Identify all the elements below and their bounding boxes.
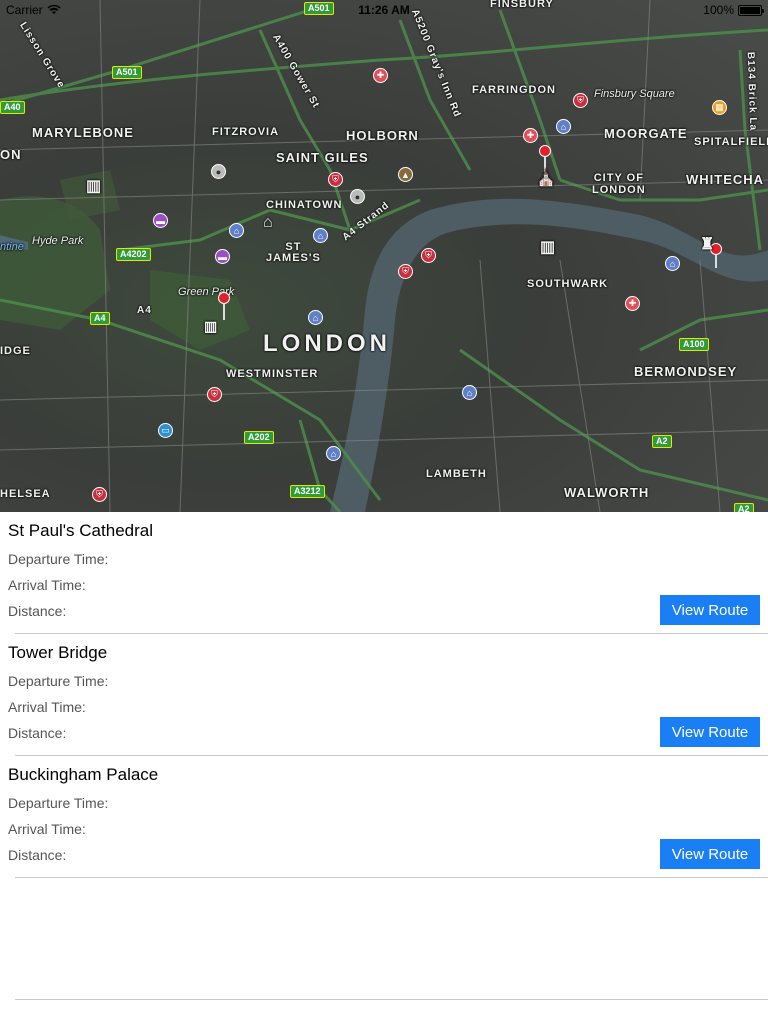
area-label-moorgate: MOORGATE (604, 126, 688, 141)
school-icon[interactable]: ▲ (398, 167, 413, 182)
destination-cell[interactable]: Tower Bridge Departure Time: Arrival Tim… (8, 634, 768, 756)
shield-icon[interactable]: ⛨ (207, 387, 222, 402)
hotel-icon[interactable]: ▬ (153, 213, 168, 228)
museum-icon[interactable]: ⌂ (665, 256, 680, 271)
area-label-fitzrovia: FITZROVIA (212, 126, 280, 138)
destination-cell[interactable]: St Paul's Cathedral Departure Time: Arri… (8, 512, 768, 634)
area-label-farringdon: FARRINGDON (472, 84, 556, 96)
area-label-spitalfields: SPITALFIELDS (694, 136, 768, 148)
destination-name: Tower Bridge (8, 643, 108, 662)
road-badge-a2-bottom: A2 (734, 503, 754, 512)
road-badge-a2: A2 (652, 435, 672, 448)
road-badge-a40: A40 (0, 101, 25, 114)
area-label-saint-giles: SAINT GILES (276, 150, 369, 165)
area-label-city-of-london: CITY OF LONDON (592, 172, 646, 196)
destination-pin-st-pauls[interactable] (539, 145, 551, 157)
museum-icon[interactable]: ⌂ (462, 385, 477, 400)
arrival-time-label: Arrival Time: (8, 577, 86, 593)
view-route-button[interactable]: View Route (660, 717, 760, 747)
departure-time-label: Departure Time: (8, 551, 109, 567)
street-label-a4: A4 (137, 305, 152, 316)
shield-icon[interactable]: ⛨ (421, 248, 436, 263)
departure-time-label: Departure Time: (8, 673, 109, 689)
area-label-st-james: ST JAMES'S (266, 241, 321, 264)
museum-icon[interactable]: ⌂ (313, 228, 328, 243)
shield-icon[interactable]: ⛨ (92, 487, 107, 502)
area-label-marylebone: MARYLEBONE (32, 125, 134, 140)
distance-label: Distance: (8, 725, 67, 741)
map-view[interactable]: MARYLEBONE FITZROVIA HOLBORN SAINT GILES… (0, 0, 768, 512)
area-label-holborn: HOLBORN (346, 128, 419, 143)
pin-stem (223, 302, 225, 320)
apple-store-icon[interactable]: ● (211, 164, 226, 179)
destination-name: St Paul's Cathedral (8, 521, 153, 540)
area-label-on: ON (0, 147, 22, 162)
destination-pin-buckingham-palace[interactable] (218, 292, 230, 304)
distance-label: Distance: (8, 603, 67, 619)
area-label-bridge: IDGE (0, 345, 31, 357)
battery-percent: 100% (703, 3, 734, 17)
road-badge-a4: A4 (90, 312, 110, 325)
arrival-time-label: Arrival Time: (8, 699, 86, 715)
distance-label: Distance: (8, 847, 67, 863)
shopping-icon[interactable]: ▦ (712, 100, 727, 115)
view-route-button[interactable]: View Route (660, 839, 760, 869)
bus-icon[interactable]: ▭ (158, 423, 173, 438)
shield-icon[interactable]: ⛨ (573, 93, 588, 108)
area-label-walworth: WALWORTH (564, 485, 650, 500)
hospital-icon[interactable]: ✚ (523, 128, 538, 143)
area-label-chinatown: CHINATOWN (266, 199, 343, 211)
status-bar: Carrier 11:26 AM 100% (0, 0, 768, 20)
water-label-serpentine: ntine (0, 241, 24, 253)
road-badge-a202: A202 (244, 431, 274, 444)
museum-icon[interactable]: ⌂ (229, 223, 244, 238)
area-label-lambeth: LAMBETH (426, 468, 487, 480)
hospital-icon[interactable]: ✚ (625, 296, 640, 311)
stadium-icon: ▥ (540, 239, 557, 256)
departure-time-label: Departure Time: (8, 795, 109, 811)
destination-cell[interactable]: Buckingham Palace Departure Time: Arriva… (8, 756, 768, 878)
museum-icon[interactable]: ⌂ (326, 446, 341, 461)
destination-name: Buckingham Palace (8, 765, 159, 784)
battery-icon (738, 4, 764, 16)
park-label-hyde-park: Hyde Park (32, 235, 84, 247)
cathedral-icon: ⛪ (536, 170, 557, 187)
area-label-southwark: SOUTHWARK (527, 278, 609, 290)
road-badge-a100: A100 (679, 338, 709, 351)
road-badge-a3212: A3212 (290, 485, 325, 498)
view-route-button[interactable]: View Route (660, 595, 760, 625)
area-label-chelsea: HELSEA (0, 488, 51, 500)
hotel-icon[interactable]: ▬ (215, 249, 230, 264)
apple-store-icon[interactable]: ● (350, 189, 365, 204)
shield-icon[interactable]: ⛨ (328, 172, 343, 187)
area-label-london: LONDON (263, 330, 391, 357)
area-label-bermondsey: BERMONDSEY (634, 364, 738, 379)
shield-icon[interactable]: ⛨ (398, 264, 413, 279)
road-badge-a4202: A4202 (116, 248, 151, 261)
park-label-finsbury-square: Finsbury Square (594, 88, 675, 100)
road-badge-a501: A501 (112, 66, 142, 79)
area-label-whitechapel: WHITECHA (686, 172, 765, 187)
destination-list[interactable]: St Paul's Cathedral Departure Time: Arri… (0, 512, 768, 1000)
theatre-icon: ⌂ (263, 214, 274, 231)
status-time: 11:26 AM (358, 3, 410, 17)
arrival-time-label: Arrival Time: (8, 821, 86, 837)
museum-icon[interactable]: ⌂ (556, 119, 571, 134)
hospital-icon[interactable]: ✚ (373, 68, 388, 83)
tower-bridge-icon: ♜ (700, 236, 716, 253)
museum-icon[interactable]: ⌂ (308, 310, 323, 325)
marble-arch-icon: ▥ (86, 178, 103, 195)
area-label-westminster: WESTMINSTER (226, 368, 319, 380)
palace-icon: ▥ (204, 318, 219, 334)
empty-cell (15, 878, 768, 1000)
